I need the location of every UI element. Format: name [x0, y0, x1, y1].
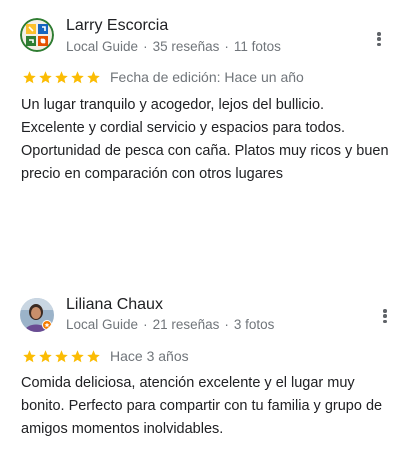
more-vert-icon[interactable] — [371, 30, 387, 48]
review-text: Un lugar tranquilo y acogedor, lejos del… — [21, 97, 389, 182]
avatar-image — [20, 18, 54, 52]
reviewer-avatar[interactable] — [20, 18, 54, 52]
star-icon — [87, 70, 100, 83]
star-icon — [71, 349, 84, 362]
star-rating — [22, 70, 101, 85]
reviewer-name[interactable]: Liliana Chaux — [66, 296, 163, 314]
reviewer-meta: Local Guide · 21 reseñas · 3 fotos — [66, 317, 274, 332]
star-icon — [39, 349, 52, 362]
reviews-count: 21 reseñas — [152, 317, 220, 332]
meta-separator: · — [224, 39, 229, 54]
meta-separator: · — [143, 317, 148, 332]
reviews-count: 35 reseñas — [152, 39, 220, 54]
star-icon — [71, 70, 84, 83]
meta-separator: · — [143, 39, 148, 54]
reviewer-avatar[interactable] — [20, 298, 54, 332]
star-icon — [23, 349, 36, 362]
star-icon — [55, 70, 68, 83]
star-icon — [23, 70, 36, 83]
reviewer-name[interactable]: Larry Escorcia — [66, 17, 168, 35]
reviewer-meta: Local Guide · 35 reseñas · 11 fotos — [66, 39, 281, 54]
review-date: Hace 3 años — [110, 348, 189, 364]
avatar-image — [20, 298, 54, 332]
local-guide-label: Local Guide — [66, 39, 139, 54]
more-vert-icon[interactable] — [377, 307, 393, 325]
rating-row: Hace 3 años — [22, 348, 189, 364]
photos-count: 3 fotos — [233, 317, 275, 332]
rating-row: Fecha de edición: Hace un año — [22, 69, 304, 85]
star-rating — [22, 349, 101, 364]
star-icon — [55, 349, 68, 362]
star-icon — [39, 70, 52, 83]
review-date: Fecha de edición: Hace un año — [110, 69, 304, 85]
meta-separator: · — [224, 317, 229, 332]
photos-count: 11 fotos — [233, 39, 281, 54]
local-guide-label: Local Guide — [66, 317, 139, 332]
review-text: Comida deliciosa, atención excelente y e… — [21, 375, 383, 437]
star-icon — [87, 349, 100, 362]
